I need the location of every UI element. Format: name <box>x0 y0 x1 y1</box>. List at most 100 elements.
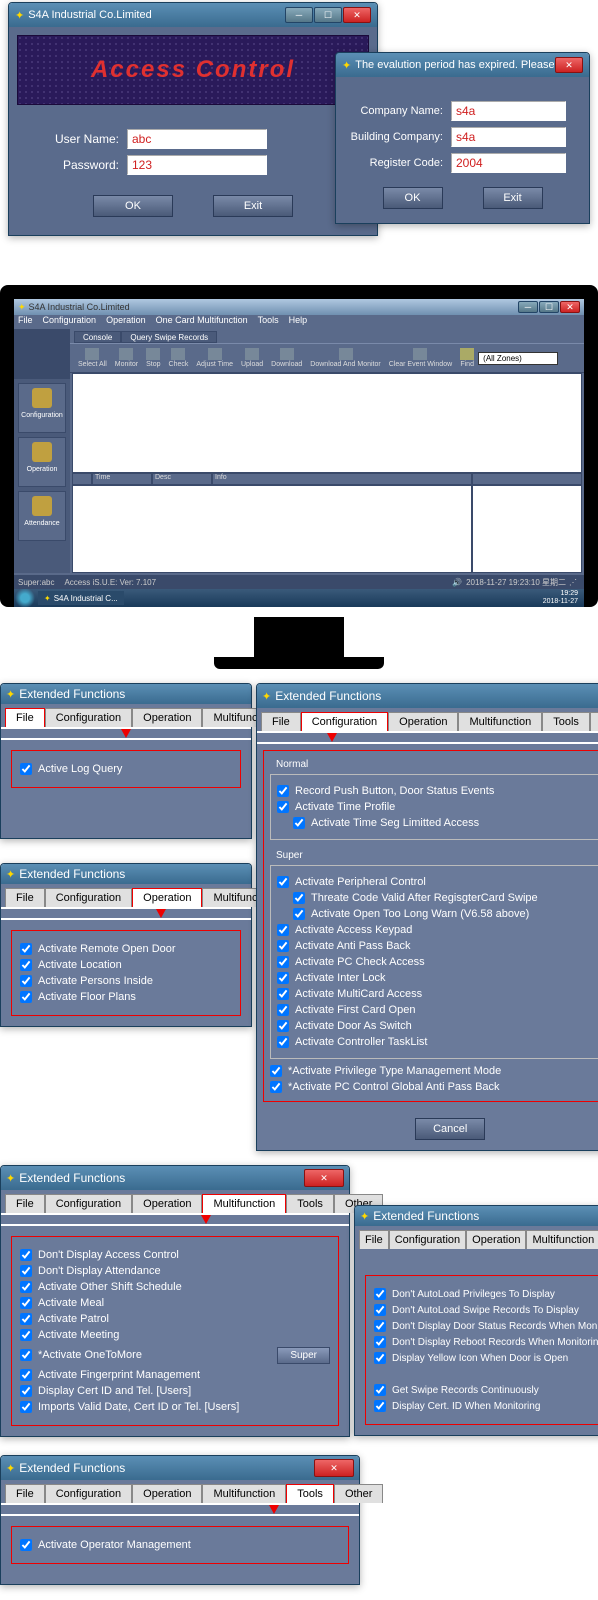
tab-configuration[interactable]: Configuration <box>45 708 132 727</box>
code-input[interactable] <box>451 153 566 173</box>
tb-download[interactable]: Download <box>271 348 302 368</box>
chk-timeseg-access[interactable]: Activate Time Seg Limitted Access <box>293 817 598 829</box>
menu-operation[interactable]: Operation <box>106 315 146 329</box>
tab-configuration[interactable]: Configuration <box>45 1484 132 1503</box>
tab-multifunction[interactable]: Multifunction <box>526 1230 598 1249</box>
chk-record-push[interactable]: Record Push Button, Door Status Events <box>277 785 598 797</box>
chk-interlock[interactable]: Activate Inter Lock <box>277 972 598 984</box>
chk-other-shift[interactable]: Activate Other Shift Schedule <box>20 1281 330 1293</box>
tab-query[interactable]: Query Swipe Records <box>121 331 217 343</box>
tb-monitor[interactable]: Monitor <box>115 348 138 368</box>
side-operation[interactable]: Operation <box>18 437 66 487</box>
tab-configuration[interactable]: Configuration <box>45 1194 132 1213</box>
chk-fingerprint[interactable]: Activate Fingerprint Management <box>20 1369 330 1381</box>
chk-priv-type-mgmt[interactable]: *Activate Privilege Type Management Mode <box>270 1065 598 1077</box>
cancel-button[interactable]: Cancel <box>415 1118 485 1140</box>
chk-meeting[interactable]: Activate Meeting <box>20 1329 330 1341</box>
chk-remote-open-door[interactable]: Activate Remote Open Door <box>20 943 232 955</box>
tab-console[interactable]: Console <box>74 331 121 343</box>
maximize-button[interactable]: ☐ <box>314 7 342 23</box>
side-configuration[interactable]: Configuration <box>18 383 66 433</box>
chk-operator-mgmt[interactable]: Activate Operator Management <box>20 1539 340 1551</box>
task-item[interactable]: ✦S4A Industrial C... <box>38 591 124 605</box>
side-attendance[interactable]: Attendance <box>18 491 66 541</box>
chk-cert-monitoring[interactable]: Display Cert. ID When Monitoring <box>374 1400 598 1412</box>
tab-operation[interactable]: Operation <box>132 1194 202 1213</box>
tb-find[interactable]: Find <box>460 348 474 368</box>
super-button[interactable]: Super <box>277 1347 330 1364</box>
menu-tools[interactable]: Tools <box>258 315 279 329</box>
chk-first-card[interactable]: Activate First Card Open <box>277 1004 598 1016</box>
exit-button[interactable]: Exit <box>213 195 293 217</box>
tab-file[interactable]: File <box>5 1194 45 1213</box>
chk-time-profile[interactable]: Activate Time Profile <box>277 801 598 813</box>
username-input[interactable] <box>127 129 267 149</box>
chk-patrol[interactable]: Activate Patrol <box>20 1313 330 1325</box>
minimize-button[interactable]: ─ <box>518 301 538 313</box>
tab-file[interactable]: File <box>359 1230 389 1249</box>
chk-peripheral[interactable]: Activate Peripheral Control <box>277 876 598 888</box>
close-button[interactable]: ✕ <box>560 301 580 313</box>
chk-location[interactable]: Activate Location <box>20 959 232 971</box>
ok-button[interactable]: OK <box>93 195 173 217</box>
company-input[interactable] <box>451 101 566 121</box>
tab-file[interactable]: File <box>5 888 45 907</box>
tab-file[interactable]: File <box>5 1484 45 1503</box>
tab-other[interactable]: Other <box>590 712 598 731</box>
tab-file[interactable]: File <box>5 708 45 727</box>
chk-pc-check[interactable]: Activate PC Check Access <box>277 956 598 968</box>
chk-meal[interactable]: Activate Meal <box>20 1297 330 1309</box>
tb-clear[interactable]: Clear Event Window <box>389 348 452 368</box>
chk-cert-id-tel[interactable]: Display Cert ID and Tel. [Users] <box>20 1385 330 1397</box>
tb-downloadmonitor[interactable]: Download And Monitor <box>310 348 380 368</box>
tab-tools[interactable]: Tools <box>286 1194 334 1213</box>
tab-tools[interactable]: Tools <box>286 1484 334 1503</box>
chk-no-reboot[interactable]: Don't Display Reboot Records When Monito… <box>374 1336 598 1348</box>
chk-swipe-continuous[interactable]: Get Swipe Records Continuously <box>374 1384 598 1396</box>
zone-select[interactable]: (All Zones) <box>478 352 558 365</box>
tab-operation[interactable]: Operation <box>132 1484 202 1503</box>
chk-anti-passback[interactable]: Activate Anti Pass Back <box>277 940 598 952</box>
tb-check[interactable]: Check <box>169 348 189 368</box>
chk-imports-valid[interactable]: Imports Valid Date, Cert ID or Tel. [Use… <box>20 1401 330 1413</box>
menu-file[interactable]: File <box>18 315 33 329</box>
tab-operation[interactable]: Operation <box>466 1230 526 1249</box>
exit-button[interactable]: Exit <box>483 187 543 209</box>
chk-persons-inside[interactable]: Activate Persons Inside <box>20 975 232 987</box>
menu-help[interactable]: Help <box>289 315 308 329</box>
menu-onecard[interactable]: One Card Multifunction <box>156 315 248 329</box>
chk-multicard[interactable]: Activate MultiCard Access <box>277 988 598 1000</box>
chk-access-keypad[interactable]: Activate Access Keypad <box>277 924 598 936</box>
chk-floor-plans[interactable]: Activate Floor Plans <box>20 991 232 1003</box>
chk-no-access-control[interactable]: Don't Display Access Control <box>20 1249 330 1261</box>
tab-file[interactable]: File <box>261 712 301 731</box>
start-button[interactable] <box>14 589 36 607</box>
chk-active-log-query[interactable]: Active Log Query <box>20 763 232 775</box>
chk-global-apb[interactable]: *Activate PC Control Global Anti Pass Ba… <box>270 1081 598 1093</box>
maximize-button[interactable]: ☐ <box>539 301 559 313</box>
tab-multifunction[interactable]: Multifunction <box>458 712 542 731</box>
chk-yellow-icon[interactable]: Display Yellow Icon When Door is Open <box>374 1352 598 1364</box>
tab-configuration[interactable]: Configuration <box>301 712 388 731</box>
chk-open-too-long[interactable]: Activate Open Too Long Warn (V6.58 above… <box>293 908 598 920</box>
tb-upload[interactable]: Upload <box>241 348 263 368</box>
chk-no-attendance[interactable]: Don't Display Attendance <box>20 1265 330 1277</box>
tab-configuration[interactable]: Configuration <box>45 888 132 907</box>
chk-onetomore[interactable]: *Activate OneToMore <box>20 1349 277 1361</box>
tab-multifunction[interactable]: Multifunction <box>202 1194 286 1213</box>
tab-tools[interactable]: Tools <box>542 712 590 731</box>
ok-button[interactable]: OK <box>383 187 443 209</box>
chk-tasklist[interactable]: Activate Controller TaskList <box>277 1036 598 1048</box>
building-input[interactable] <box>451 127 566 147</box>
close-button[interactable]: ✕ <box>314 1459 354 1477</box>
tab-operation[interactable]: Operation <box>132 708 202 727</box>
chk-door-switch[interactable]: Activate Door As Switch <box>277 1020 598 1032</box>
chk-no-autoload-priv[interactable]: Don't AutoLoad Privileges To Display <box>374 1288 598 1300</box>
chk-threat-code[interactable]: Threate Code Valid After RegisgterCard S… <box>293 892 598 904</box>
tab-configuration[interactable]: Configuration <box>389 1230 466 1249</box>
tb-stop[interactable]: Stop <box>146 348 160 368</box>
close-button[interactable]: ✕ <box>555 57 583 73</box>
password-input[interactable] <box>127 155 267 175</box>
tab-operation[interactable]: Operation <box>132 888 202 907</box>
minimize-button[interactable]: ─ <box>285 7 313 23</box>
